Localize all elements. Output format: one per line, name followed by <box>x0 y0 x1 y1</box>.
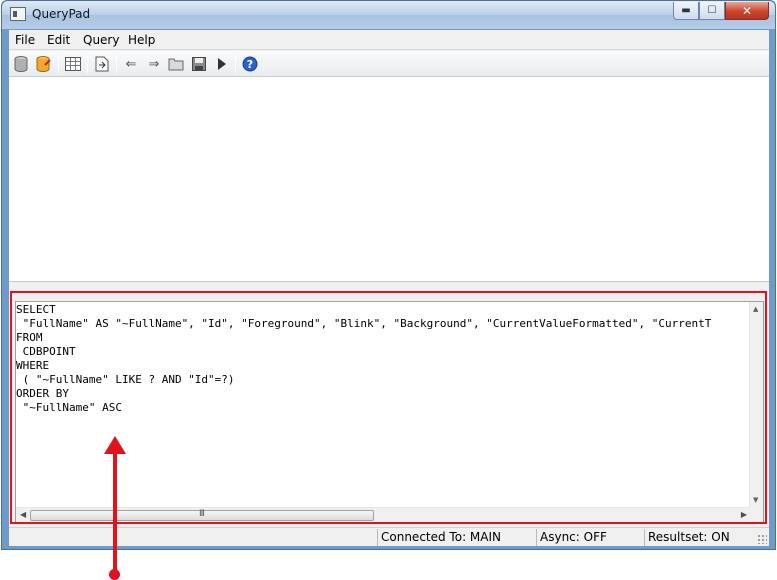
save-icon[interactable] <box>190 55 208 73</box>
status-resultset: Resultset: ON <box>644 529 754 546</box>
highlight-box <box>10 291 767 524</box>
title-bar[interactable]: QueryPad ▬ ☐ ✕ <box>2 1 775 29</box>
help-icon[interactable]: ? <box>241 55 259 73</box>
toolbar-separator <box>58 55 59 73</box>
menu-help[interactable]: Help <box>128 33 155 47</box>
results-pane[interactable] <box>9 77 769 282</box>
database-icon[interactable] <box>12 55 30 73</box>
menu-file[interactable]: File <box>15 33 35 47</box>
back-arrow-icon[interactable]: ⇐ <box>122 55 140 73</box>
close-button[interactable]: ✕ <box>725 2 769 20</box>
database-edit-icon[interactable] <box>35 55 53 73</box>
status-bar: Connected To: MAIN Async: OFF Resultset:… <box>9 527 769 546</box>
export-icon[interactable] <box>93 55 111 73</box>
toolbar-separator <box>235 55 236 73</box>
status-async: Async: OFF <box>536 529 643 546</box>
menu-bar: File Edit Query Help <box>9 30 769 50</box>
toolbar-separator <box>87 55 88 73</box>
toolbar-separator <box>116 55 117 73</box>
grid-icon[interactable] <box>64 55 82 73</box>
window-controls: ▬ ☐ ✕ <box>673 2 769 20</box>
forward-arrow-icon[interactable]: ⇒ <box>145 55 163 73</box>
app-icon <box>10 7 26 21</box>
menu-edit[interactable]: Edit <box>47 33 70 47</box>
annotation-arrow-line <box>113 450 117 575</box>
resize-grip[interactable] <box>757 534 767 544</box>
maximize-button[interactable]: ☐ <box>699 2 725 20</box>
window-title: QueryPad <box>32 7 91 21</box>
menu-query[interactable]: Query <box>83 33 119 47</box>
open-folder-icon[interactable] <box>167 55 185 73</box>
minimize-button[interactable]: ▬ <box>673 2 699 20</box>
toolbar: ⇐ ⇒ ? <box>9 51 769 77</box>
annotation-arrow-dot <box>109 569 120 580</box>
run-icon[interactable] <box>213 55 231 73</box>
status-connected: Connected To: MAIN <box>377 529 535 546</box>
svg-text:?: ? <box>247 58 253 71</box>
